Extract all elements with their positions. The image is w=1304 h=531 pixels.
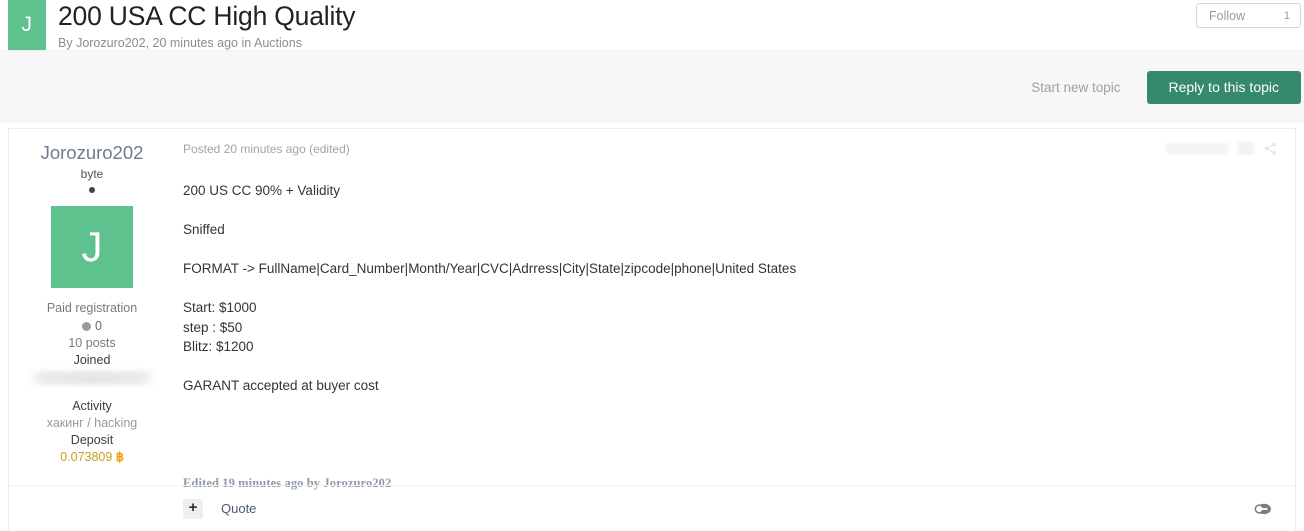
byline-forum-link[interactable]: Auctions (254, 36, 302, 50)
author-name[interactable]: Jorozuro202 (9, 141, 175, 164)
byline-separator: , (145, 36, 153, 50)
author-rank-pips (9, 184, 175, 194)
post-container: Jorozuro202 byte J Paid registration 0 1… (8, 128, 1296, 531)
reputation-dot-icon (82, 321, 92, 331)
post-line-7: GARANT accepted at buyer cost (183, 378, 379, 393)
post-body-spacer (183, 240, 1277, 260)
post-line-3: FORMAT -> FullName|Card_Number|Month/Yea… (183, 261, 797, 276)
author-activity-value: хакинг / hacking (46, 416, 138, 430)
author-post-count: 10 posts (68, 336, 116, 350)
report-post-link-faded[interactable] (1166, 143, 1228, 154)
page-title: 200 USA CC High Quality (58, 1, 356, 31)
follow-button[interactable]: Follow 1 (1196, 3, 1301, 28)
multiquote-add-button[interactable]: + (183, 498, 203, 519)
follow-count-badge: 1 (1283, 9, 1290, 22)
byline-in-word: in (238, 36, 254, 50)
post-tools (1166, 142, 1277, 155)
topic-header: J 200 USA CC High Quality By Jorozuro202… (0, 0, 1304, 50)
post-body-spacer (183, 279, 1277, 299)
author-deposit-value: 0.073809 ฿ (9, 449, 175, 465)
quote-button[interactable]: Quote (221, 501, 256, 516)
bitcoin-icon: ฿ (115, 450, 124, 464)
byline-timestamp: 20 minutes ago (152, 36, 238, 50)
post-line-2: Sniffed (183, 222, 225, 237)
deposit-amount: 0.073809 (60, 450, 113, 464)
author-joined-label: Joined (73, 353, 111, 367)
post-body-spacer (183, 201, 1277, 221)
post-body-spacer (183, 357, 1277, 377)
post-line-5: step : $50 (183, 319, 243, 335)
post-line-6: Blitz: $1200 (183, 339, 254, 354)
rank-pip-icon (89, 187, 95, 193)
post-footer-bar: + Quote (9, 485, 1295, 531)
reputation-value: 0 (95, 319, 102, 333)
topic-header-text: 200 USA CC High Quality By Jorozuro202, … (58, 0, 1304, 52)
author-rank-title: byte (80, 167, 104, 181)
reaction-icon[interactable] (1253, 502, 1273, 516)
post-meta-row: Posted 20 minutes ago (edited) (183, 141, 1277, 161)
author-reputation: 0 (9, 318, 175, 334)
topic-author-avatar: J (8, 0, 46, 50)
post-timestamp: Posted 20 minutes ago (edited) (183, 142, 350, 156)
byline-prefix: By (58, 36, 77, 50)
post-body: 200 US CC 90% + Validity Sniffed FORMAT … (183, 181, 1277, 396)
post-line-1: 200 US CC 90% + Validity (183, 183, 340, 198)
author-activity-label: Activity (72, 399, 112, 413)
follow-button-label: Follow (1209, 8, 1246, 23)
post-content-column: Posted 20 minutes ago (edited) 200 US CC… (175, 129, 1295, 531)
author-group-label: Paid registration (46, 301, 138, 315)
byline-author-link[interactable]: Jorozuro202 (76, 36, 146, 50)
author-deposit-label: Deposit (70, 433, 114, 447)
author-avatar[interactable]: J (51, 206, 133, 288)
author-joined-value-redacted (27, 371, 157, 385)
post-line-4: Start: $1000 (183, 300, 257, 315)
start-new-topic-link[interactable]: Start new topic (1031, 80, 1120, 95)
topic-toolbar: Start new topic Reply to this topic (0, 50, 1304, 123)
reply-to-topic-button[interactable]: Reply to this topic (1146, 70, 1301, 104)
post-author-column: Jorozuro202 byte J Paid registration 0 1… (9, 129, 175, 531)
share-icon[interactable] (1264, 142, 1277, 155)
post-options-faded[interactable] (1238, 142, 1254, 155)
